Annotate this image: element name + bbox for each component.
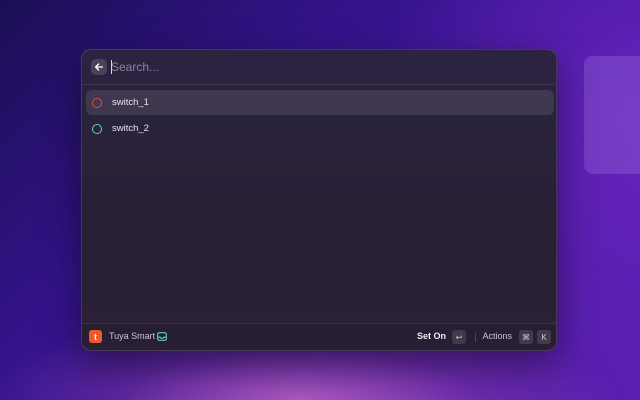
circle-icon xyxy=(92,97,102,108)
actions-button[interactable]: Actions xyxy=(482,331,512,341)
tuya-logo-icon: t xyxy=(89,330,102,343)
launcher-window: switch_1 switch_2 t Tuya Smart Set On ↩ … xyxy=(81,49,557,351)
footer-divider xyxy=(475,333,476,342)
list-item-label: switch_2 xyxy=(112,123,149,134)
search-bar xyxy=(82,50,556,85)
inbox-icon[interactable] xyxy=(157,332,167,341)
extension-name: Tuya Smart xyxy=(109,331,156,341)
action-bar: t Tuya Smart Set On ↩ Actions ⌘ K xyxy=(82,323,556,350)
search-input[interactable] xyxy=(111,58,531,76)
list-item-switch-2[interactable]: switch_2 xyxy=(86,116,554,141)
device-list: switch_1 switch_2 xyxy=(86,90,554,142)
background-decoration xyxy=(584,56,640,174)
list-item-switch-1[interactable]: switch_1 xyxy=(86,90,554,115)
list-item-label: switch_1 xyxy=(112,97,149,108)
circle-icon xyxy=(92,123,102,134)
command-key-hint: ⌘ xyxy=(519,330,533,344)
enter-key-hint: ↩ xyxy=(452,330,466,344)
k-key-hint: K xyxy=(537,330,551,344)
back-button[interactable] xyxy=(91,59,107,75)
text-caret xyxy=(111,60,112,74)
arrow-left-icon xyxy=(94,63,104,71)
primary-action-button[interactable]: Set On xyxy=(417,331,446,341)
